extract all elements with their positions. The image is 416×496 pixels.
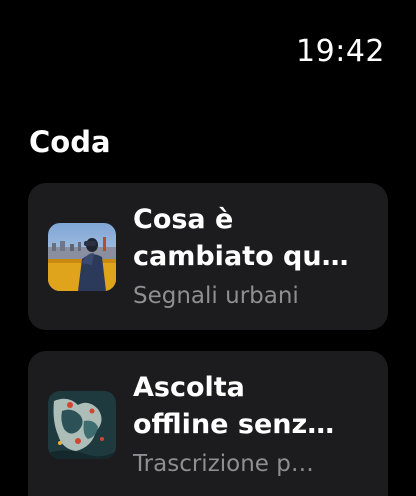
watch-screen: 19:42 Coda Cosa è cambiato qu… Segnali u… (0, 0, 416, 496)
queue-item[interactable]: Ascolta offline senz… Trascrizione p… (28, 351, 388, 496)
queue-item-text: Ascolta offline senz… Trascrizione p… (133, 369, 378, 479)
queue-heading: Coda (29, 125, 111, 159)
queue-item-title: Ascolta offline senz… (133, 372, 335, 440)
queue-item-subtitle: Segnali urbani (133, 283, 299, 309)
city-photographer-artwork-icon (48, 223, 116, 291)
queue-item-title: Cosa è cambiato qu… (133, 204, 349, 272)
queue-item-text: Cosa è cambiato qu… Segnali urbani (133, 201, 378, 311)
queue-item[interactable]: Cosa è cambiato qu… Segnali urbani (28, 183, 388, 330)
abstract-map-artwork-icon (48, 391, 116, 459)
queue-item-subtitle: Trascrizione p… (133, 451, 314, 477)
status-time: 19:42 (296, 34, 385, 69)
